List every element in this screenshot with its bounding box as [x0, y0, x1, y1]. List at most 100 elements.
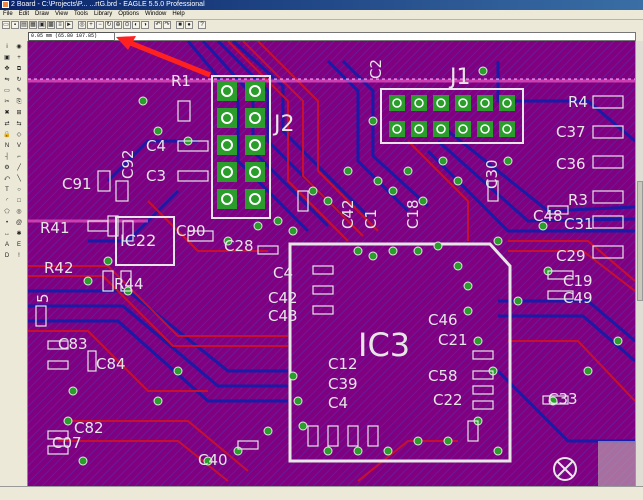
rotate-icon[interactable]: ↻	[15, 76, 23, 84]
schematic-icon[interactable]: ▣	[38, 21, 46, 29]
delete-icon[interactable]: ✖	[3, 109, 11, 117]
command-line-input[interactable]	[114, 32, 636, 41]
help-icon[interactable]: ?	[198, 21, 206, 29]
zoom-out-icon[interactable]: −	[96, 21, 104, 29]
group-icon[interactable]: ▭	[3, 87, 11, 95]
circle-icon[interactable]: ○	[15, 186, 23, 194]
mark-icon[interactable]: +	[15, 54, 23, 62]
via	[103, 256, 113, 266]
erc-icon[interactable]: E	[15, 241, 23, 249]
hole-icon[interactable]: •	[3, 219, 11, 227]
zoom-area-icon[interactable]: ⊙	[123, 21, 131, 29]
menu-window[interactable]: Window	[142, 10, 169, 19]
drc-icon[interactable]: D	[3, 252, 11, 260]
change-icon[interactable]: ✎	[15, 87, 23, 95]
zoom-in-icon[interactable]: +	[87, 21, 95, 29]
open-icon[interactable]: ▭	[2, 21, 10, 29]
arc-icon[interactable]: ◜	[3, 197, 11, 205]
print-icon[interactable]: ▤	[20, 21, 28, 29]
wire-icon[interactable]: ╲	[15, 175, 23, 183]
label-c42-rot: C42	[339, 199, 357, 229]
mirror-icon[interactable]: ⇋	[3, 76, 11, 84]
menu-help[interactable]: Help	[169, 10, 187, 19]
menu-tools[interactable]: Tools	[71, 10, 91, 19]
display-icon[interactable]: ▣	[3, 54, 11, 62]
errors-icon[interactable]: !	[15, 252, 23, 260]
via	[613, 336, 623, 346]
info-icon[interactable]: i	[3, 43, 11, 51]
window-title: 2 Board - C:\Projects\P... ...rtG.brd - …	[11, 1, 205, 8]
replace-icon[interactable]: ⇆	[15, 120, 23, 128]
script-icon[interactable]: ≡	[56, 21, 64, 29]
name-icon[interactable]: N	[3, 142, 11, 150]
label-r41: R41	[40, 219, 70, 237]
via	[453, 261, 463, 271]
redraw-icon[interactable]: ↻	[105, 21, 113, 29]
stop-icon[interactable]: ■	[176, 21, 184, 29]
label-c30: C30	[483, 159, 501, 189]
pad	[217, 162, 237, 182]
rect-icon[interactable]: □	[15, 197, 23, 205]
label-c31: C31	[564, 215, 594, 233]
menu-file[interactable]: File	[0, 10, 16, 19]
ratsnest-icon[interactable]: ✱	[15, 230, 23, 238]
value-icon[interactable]: V	[15, 142, 23, 150]
label-c12: C12	[328, 355, 358, 373]
via	[383, 446, 393, 456]
pad	[411, 95, 427, 111]
pad	[499, 95, 515, 111]
zoom-select-icon[interactable]: ⊕	[114, 21, 122, 29]
zoom-fit-icon[interactable]: ◎	[78, 21, 86, 29]
via	[438, 156, 448, 166]
dimension-icon[interactable]: ↔	[3, 230, 11, 238]
split-icon[interactable]: ┤	[3, 153, 11, 161]
label-c40: C40	[198, 451, 228, 469]
paste-icon[interactable]: ⎘	[15, 98, 23, 106]
board-canvas[interactable]: J2 J1 IC3 IC22 R1 C2 C4 C3 C92 C91 R41 C…	[28, 41, 635, 486]
copy-icon[interactable]: ⧉	[15, 65, 23, 73]
redo-icon[interactable]: ↷	[163, 21, 171, 29]
auto-icon[interactable]: A	[3, 241, 11, 249]
label-j2: J2	[272, 112, 295, 137]
via	[503, 156, 513, 166]
label-c46: C46	[428, 311, 458, 329]
via	[138, 96, 148, 106]
label-j1: J1	[448, 65, 471, 90]
via	[413, 436, 423, 446]
move-icon[interactable]: ✥	[3, 65, 11, 73]
via	[288, 226, 298, 236]
menu-options[interactable]: Options	[115, 10, 142, 19]
board-icon[interactable]: ▩	[47, 21, 55, 29]
label-c43: C43	[268, 307, 298, 325]
go-icon[interactable]: ●	[185, 21, 193, 29]
menu-view[interactable]: View	[52, 10, 71, 19]
pad	[433, 121, 449, 137]
zoom-back-icon[interactable]: ◑	[141, 21, 149, 29]
menu-edit[interactable]: Edit	[16, 10, 32, 19]
zoom-last-icon[interactable]: ◐	[132, 21, 140, 29]
save-icon[interactable]: ▪	[11, 21, 19, 29]
via	[153, 396, 163, 406]
lock-icon[interactable]: 🔒	[3, 131, 11, 139]
route-icon[interactable]: ╱	[15, 164, 23, 172]
ripup-icon[interactable]: ⤺	[3, 175, 11, 183]
polygon-icon[interactable]: ⬠	[3, 208, 11, 216]
text-icon[interactable]: T	[3, 186, 11, 194]
vertical-scrollbar[interactable]	[635, 41, 643, 486]
via-icon[interactable]: ◎	[15, 208, 23, 216]
undo-icon[interactable]: ↶	[154, 21, 162, 29]
scroll-thumb[interactable]	[637, 181, 643, 301]
show-icon[interactable]: ◉	[15, 43, 23, 51]
add-icon[interactable]: ⊞	[15, 109, 23, 117]
menu-draw[interactable]: Draw	[32, 10, 52, 19]
via	[493, 236, 503, 246]
attribute-icon[interactable]: @	[15, 219, 23, 227]
menu-library[interactable]: Library	[91, 10, 115, 19]
cut-icon[interactable]: ✂	[3, 98, 11, 106]
smash-icon[interactable]: ◇	[15, 131, 23, 139]
pinswap-icon[interactable]: ⇄	[3, 120, 11, 128]
optimize-icon[interactable]: ⚙	[3, 164, 11, 172]
run-ulp-icon[interactable]: ►	[65, 21, 73, 29]
miter-icon[interactable]: ⌐	[15, 153, 23, 161]
cam-icon[interactable]: ▦	[29, 21, 37, 29]
